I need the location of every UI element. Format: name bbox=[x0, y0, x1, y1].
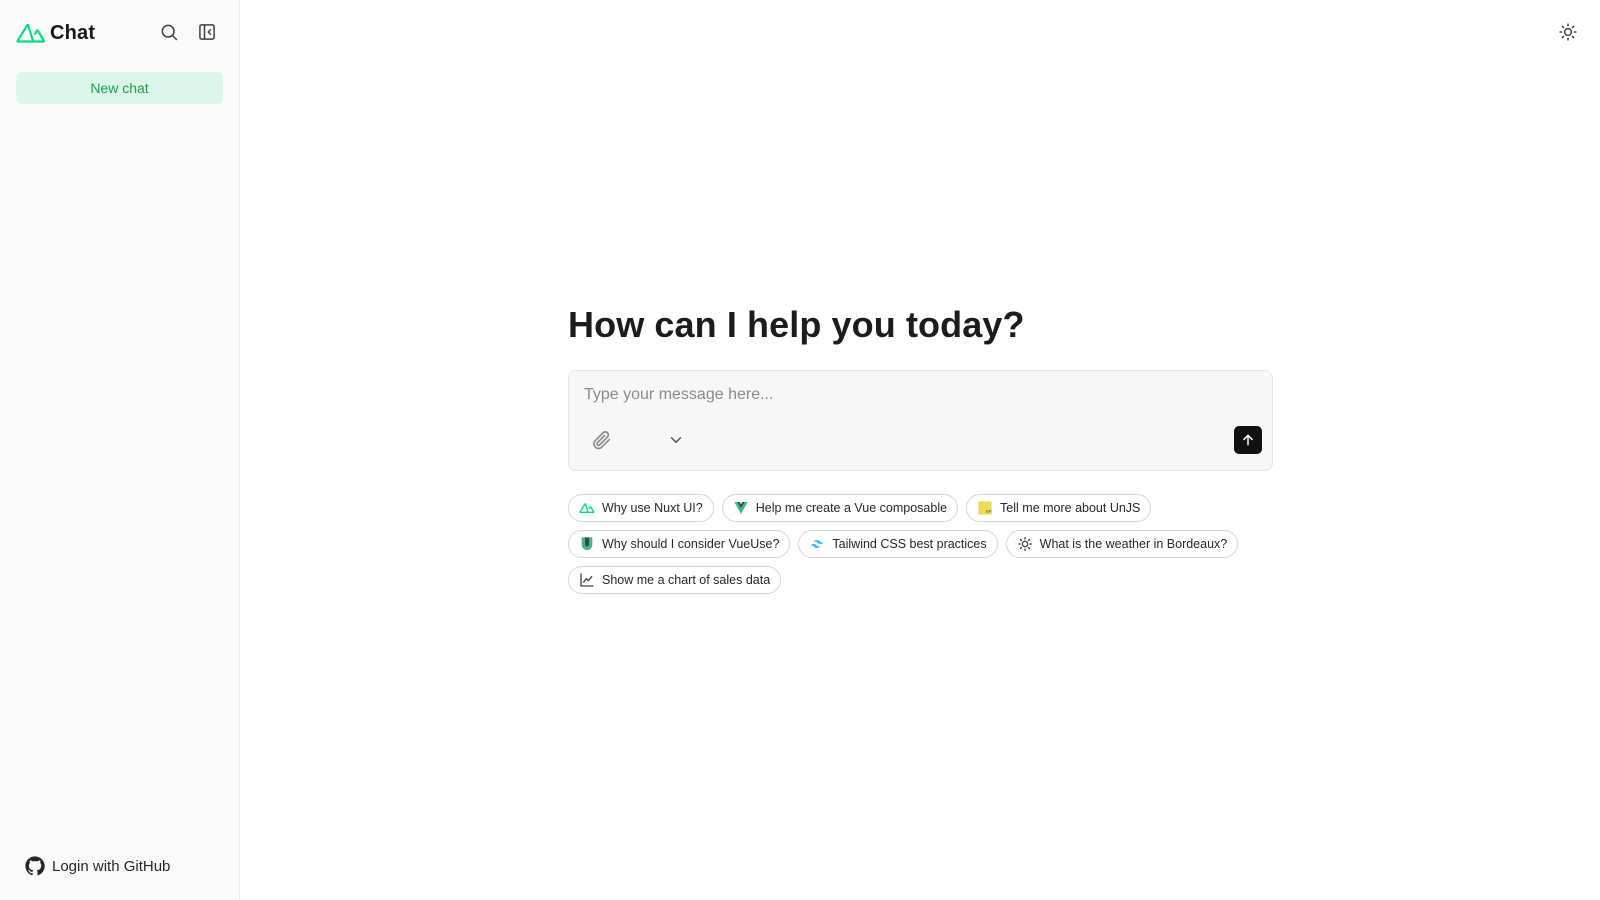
suggestion-chip[interactable]: Help me create a Vue composable bbox=[721, 494, 959, 522]
unjs-icon: un bbox=[977, 500, 993, 516]
chevron-down-icon[interactable] bbox=[667, 431, 685, 449]
suggestion-label: Help me create a Vue composable bbox=[755, 501, 948, 515]
suggestion-label: Show me a chart of sales data bbox=[602, 573, 771, 587]
login-github-button[interactable]: Login with GitHub bbox=[24, 854, 170, 878]
panel-left-close-icon bbox=[199, 24, 215, 40]
page-title: How can I help you today? bbox=[568, 304, 1025, 345]
suggestion-label: Tell me more about UnJS bbox=[1000, 501, 1141, 515]
suggestion-chip[interactable]: Why should I consider VueUse? bbox=[568, 530, 791, 558]
theme-toggle-button[interactable] bbox=[1554, 18, 1582, 46]
svg-text:un: un bbox=[986, 510, 992, 515]
collapse-sidebar-button[interactable] bbox=[193, 18, 221, 46]
message-input[interactable] bbox=[584, 381, 1254, 409]
brand-title: Chat bbox=[50, 21, 96, 44]
suggestion-chip[interactable]: Tailwind CSS best practices bbox=[798, 530, 998, 558]
vueuse-icon bbox=[579, 536, 595, 552]
send-button[interactable] bbox=[1234, 426, 1262, 454]
suggestion-label: What is the weather in Bordeaux? bbox=[1039, 537, 1228, 551]
sidebar: Chat New chat Login with GitHub bbox=[0, 0, 240, 900]
paperclip-icon[interactable] bbox=[591, 429, 613, 451]
sun-icon bbox=[1559, 23, 1577, 41]
suggestion-label: Why use Nuxt UI? bbox=[602, 501, 703, 515]
vue-icon bbox=[733, 500, 749, 516]
tailwind-icon bbox=[809, 536, 825, 552]
nuxt-logo-icon bbox=[16, 23, 45, 43]
suggestion-chip[interactable]: Why use Nuxt UI? bbox=[568, 494, 714, 522]
sun-icon bbox=[1017, 536, 1033, 552]
suggestion-label: Tailwind CSS best practices bbox=[832, 537, 987, 551]
new-chat-button[interactable]: New chat bbox=[16, 72, 223, 104]
github-icon bbox=[25, 856, 45, 876]
suggestion-chip[interactable]: What is the weather in Bordeaux? bbox=[1005, 530, 1239, 558]
search-icon bbox=[161, 24, 178, 41]
suggestion-list: Why use Nuxt UI? Help me create a Vue co… bbox=[568, 494, 1273, 594]
suggestion-chip[interactable]: un Tell me more about UnJS bbox=[966, 494, 1152, 522]
brand[interactable]: Chat bbox=[16, 20, 95, 46]
search-button[interactable] bbox=[155, 18, 183, 46]
suggestion-chip[interactable]: Show me a chart of sales data bbox=[568, 566, 782, 594]
chat-composer bbox=[568, 370, 1273, 471]
login-label: Login with GitHub bbox=[52, 857, 171, 875]
nuxt-icon bbox=[579, 500, 595, 516]
arrow-up-icon bbox=[1243, 434, 1253, 446]
chart-line-icon bbox=[579, 572, 595, 588]
suggestion-label: Why should I consider VueUse? bbox=[602, 537, 780, 551]
